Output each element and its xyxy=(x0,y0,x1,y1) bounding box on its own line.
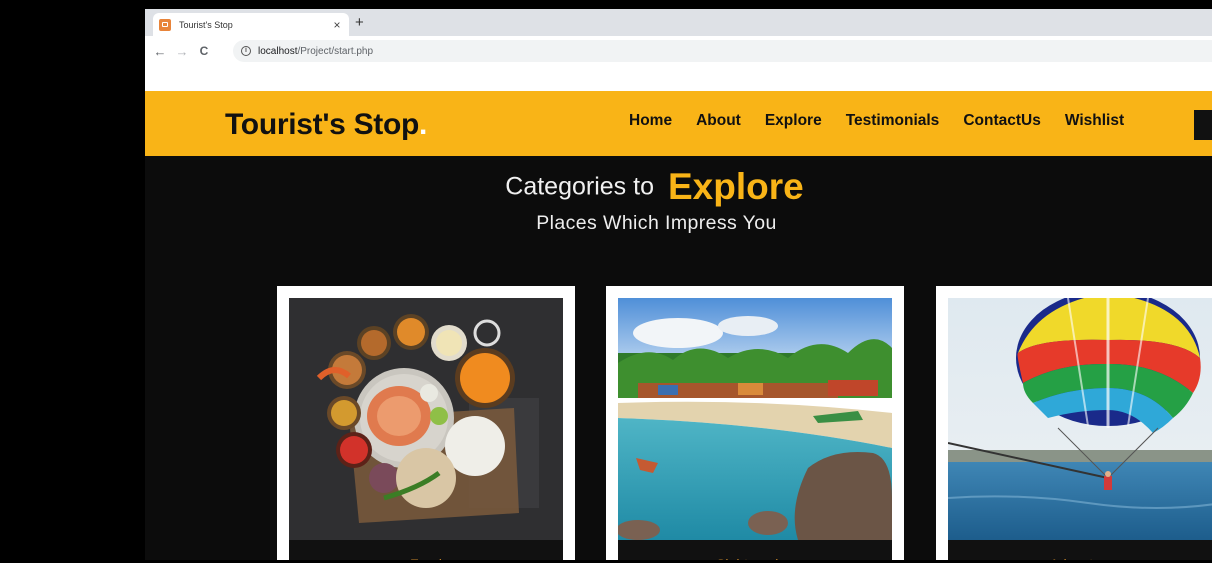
section-title-prefix: Categories to xyxy=(505,172,654,201)
nav-testimonials[interactable]: Testimonials xyxy=(846,112,940,130)
logo-text: Tourist's Stop xyxy=(225,108,420,141)
section-title: Categories to Explore xyxy=(145,166,1212,208)
nav-about[interactable]: About xyxy=(696,112,741,130)
category-card-food[interactable]: Food xyxy=(277,286,575,560)
address-bar: ← → C i localhost/Project/start.php xyxy=(145,36,1212,66)
section-subtitle: Places Which Impress You xyxy=(536,212,777,234)
parasailing-image xyxy=(948,298,1212,540)
nav-contactus[interactable]: ContactUs xyxy=(963,112,1041,130)
category-card-adventures[interactable]: Adventures xyxy=(936,286,1212,560)
reload-icon[interactable]: C xyxy=(193,44,215,58)
tab-title: Tourist's Stop xyxy=(179,19,233,30)
url-input[interactable]: i localhost/Project/start.php xyxy=(233,40,1212,62)
card-label-adventures: Adventures xyxy=(948,540,1212,560)
url-path: /Project/start.php xyxy=(297,45,374,57)
left-black-border xyxy=(0,0,145,563)
favicon-icon xyxy=(159,18,171,31)
browser-tab[interactable]: Tourist's Stop × xyxy=(153,13,349,36)
site-header: Tourist's Stop. Home About Explore Testi… xyxy=(145,91,1212,156)
back-arrow-icon[interactable]: ← xyxy=(149,44,171,59)
screen: Tourist's Stop × + ← → C i localhost/Pro… xyxy=(0,0,1212,563)
tab-bar: Tourist's Stop × + xyxy=(145,9,1212,36)
category-card-sight-seeing[interactable]: Sight-seeing xyxy=(606,286,904,560)
nav-wishlist[interactable]: Wishlist xyxy=(1065,112,1124,130)
forward-arrow-icon[interactable]: → xyxy=(171,44,193,59)
page-top-spacer xyxy=(145,66,1212,91)
card-label-food: Food xyxy=(289,540,563,560)
nav-home[interactable]: Home xyxy=(629,112,672,130)
site-logo[interactable]: Tourist's Stop. xyxy=(225,108,427,142)
new-tab-button[interactable]: + xyxy=(355,14,364,32)
food-thali-image xyxy=(289,298,563,540)
webpage: Tourist's Stop. Home About Explore Testi… xyxy=(145,66,1212,560)
nav-explore[interactable]: Explore xyxy=(765,112,822,130)
info-icon[interactable]: i xyxy=(241,46,251,56)
browser-window: Tourist's Stop × + ← → C i localhost/Pro… xyxy=(145,9,1212,560)
url-host: localhost xyxy=(258,45,298,57)
beach-image xyxy=(618,298,892,540)
top-black-border xyxy=(145,0,1212,9)
logo-dot: . xyxy=(419,108,428,141)
main-nav: Home About Explore Testimonials ContactU… xyxy=(629,112,1148,130)
url-text: localhost/Project/start.php xyxy=(258,46,373,57)
header-action-button[interactable] xyxy=(1194,110,1212,140)
card-label-sight-seeing: Sight-seeing xyxy=(618,540,892,560)
section-title-highlight: Explore xyxy=(667,166,804,207)
close-tab-icon[interactable]: × xyxy=(331,18,343,32)
